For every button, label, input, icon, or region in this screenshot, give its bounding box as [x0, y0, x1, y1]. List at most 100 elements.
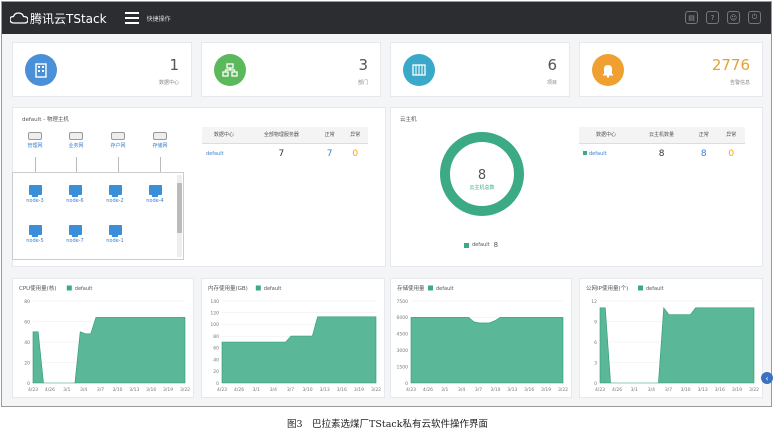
x-tick-label: 3/22	[371, 387, 381, 393]
monitor-icon	[28, 185, 42, 195]
area-series	[221, 316, 377, 384]
area-series	[599, 306, 755, 384]
x-tick-label: 3/7	[287, 387, 294, 393]
logo-text: 腾讯云TStack	[30, 11, 107, 26]
table-header: 数据中心	[202, 127, 246, 144]
logo[interactable]: 腾讯云TStack	[10, 10, 107, 27]
normal-count: 8	[700, 149, 707, 160]
help-icon[interactable]: ?	[706, 11, 719, 24]
node-item[interactable]: node-7	[61, 225, 89, 244]
network-item[interactable]: 业务网	[64, 132, 88, 149]
cloud-panel-title: 云主机	[400, 117, 417, 123]
x-tick-label: 3/19	[732, 387, 742, 393]
y-tick-label: 1500	[397, 364, 409, 370]
table-header: 异常	[717, 127, 745, 144]
x-tick-label: 3/10	[490, 387, 500, 393]
node-item[interactable]: node-4	[141, 185, 169, 204]
y-tick-label: 100	[210, 322, 219, 328]
clipboard-icon[interactable]: ▤	[685, 11, 698, 24]
network-link	[160, 157, 161, 172]
summary-card-alerts[interactable]: 2776 告警信息	[579, 42, 763, 97]
summary-label: 数据中心	[158, 80, 179, 86]
x-tick-label: 3/22	[558, 387, 568, 393]
legend-label: default	[646, 286, 664, 292]
table-row[interactable]: default 7 7 0	[202, 143, 368, 165]
summary-card-department[interactable]: 3 部门	[201, 42, 381, 97]
summary-value: 2776	[711, 56, 750, 74]
power-icon[interactable]: ⏻	[748, 11, 761, 24]
summary-label: 告警信息	[729, 80, 750, 86]
y-tick-label: 40	[24, 340, 30, 346]
y-tick-label: 80	[213, 334, 219, 340]
summary-card-datacenter[interactable]: 1 数据中心	[12, 42, 192, 97]
node-list[interactable]: node-3 node-6 node-2 node-4 node-5 node-…	[12, 172, 184, 260]
datacenter-name[interactable]: default	[579, 143, 633, 165]
x-tick-label: 4/26	[612, 387, 622, 393]
donut-value: 8	[478, 168, 486, 183]
network-link	[118, 157, 119, 172]
x-tick-label: 3/4	[648, 387, 655, 393]
x-tick-label: 3/1	[63, 387, 70, 393]
cloud-legend: default 8	[464, 241, 498, 249]
abnormal-count: 0	[352, 149, 359, 160]
normal-count: 7	[326, 149, 333, 160]
chart-title: CPU使用量(核)	[19, 284, 56, 292]
y-tick-label: 40	[213, 357, 219, 363]
chart-panel-memory: 内存使用量(GB) default 140 120 100 80 60 40 20 0 4/23 4/…	[201, 278, 385, 398]
total-count: 8	[658, 149, 665, 160]
x-tick-label: 3/10	[303, 387, 313, 393]
y-tick-label: 9	[594, 319, 597, 325]
collapse-side-button[interactable]: ‹	[761, 372, 773, 384]
user-icon[interactable]: ☺	[727, 11, 740, 24]
switch-icon	[153, 132, 167, 140]
datacenter-name[interactable]: default	[202, 143, 246, 165]
x-tick-label: 4/26	[234, 387, 244, 393]
network-link	[76, 157, 77, 172]
x-tick-label: 3/10	[112, 387, 122, 393]
node-item[interactable]: node-2	[101, 185, 129, 204]
cpu-usage-chart: CPU使用量(核) default 80 60 40 20 04/23 4/26 3/1 3/4 3…	[19, 284, 190, 393]
x-tick-label: 4/26	[45, 387, 55, 393]
x-tick-label: 3/7	[475, 387, 482, 393]
legend-value: 8	[493, 241, 499, 249]
figure-caption: 图3 巴拉素选煤厂TStack私有云软件操作界面	[287, 419, 488, 430]
node-item[interactable]: node-6	[61, 185, 89, 204]
y-tick-label: 0	[27, 381, 30, 387]
y-tick-label: 6000	[397, 315, 409, 321]
legend-label: default	[264, 286, 282, 292]
table-header: 云主机数量	[633, 127, 691, 144]
y-tick-label: 60	[213, 346, 219, 352]
legend-swatch	[428, 285, 433, 291]
network-item[interactable]: 存储网	[148, 132, 172, 149]
summary-label: 项目	[546, 80, 557, 86]
memory-usage-chart: 内存使用量(GB) default 140 120 100 80 60 40 20 04/23 4/…	[208, 284, 381, 393]
menu-toggle-icon[interactable]	[124, 12, 139, 24]
x-tick-label: 3/1	[441, 387, 448, 393]
summary-value: 1	[169, 56, 179, 74]
summary-card-project[interactable]: 6 项目	[390, 42, 570, 97]
node-item[interactable]: node-3	[21, 185, 49, 204]
switch-icon	[111, 132, 125, 140]
node-item[interactable]: node-5	[21, 225, 49, 244]
x-tick-label: 3/16	[146, 387, 156, 393]
x-tick-label: 3/10	[681, 387, 691, 393]
x-tick-label: 4/23	[28, 387, 38, 393]
monitor-icon	[108, 225, 122, 235]
y-tick-label: 140	[210, 299, 219, 305]
network-item[interactable]: 管理网	[23, 132, 47, 149]
monitor-icon	[108, 185, 122, 195]
legend-swatch	[464, 242, 469, 248]
node-list-scrollbar[interactable]	[177, 175, 182, 257]
quick-ops-link[interactable]: 快捷操作	[147, 14, 171, 23]
x-tick-label: 3/4	[270, 387, 277, 393]
table-row[interactable]: default 8 8 0	[579, 143, 745, 165]
node-item[interactable]: node-1	[101, 225, 129, 244]
summary-label: 部门	[357, 80, 368, 86]
x-tick-label: 3/4	[458, 387, 465, 393]
physical-host-table: 数据中心 全部物理服务器 正常 异常 default 7 7 0	[202, 127, 368, 165]
network-item[interactable]: 存户网	[106, 132, 130, 149]
x-tick-label: 3/1	[253, 387, 260, 393]
y-tick-label: 80	[24, 299, 30, 305]
x-tick-label: 3/22	[749, 387, 759, 393]
x-tick-label: 3/22	[180, 387, 190, 393]
